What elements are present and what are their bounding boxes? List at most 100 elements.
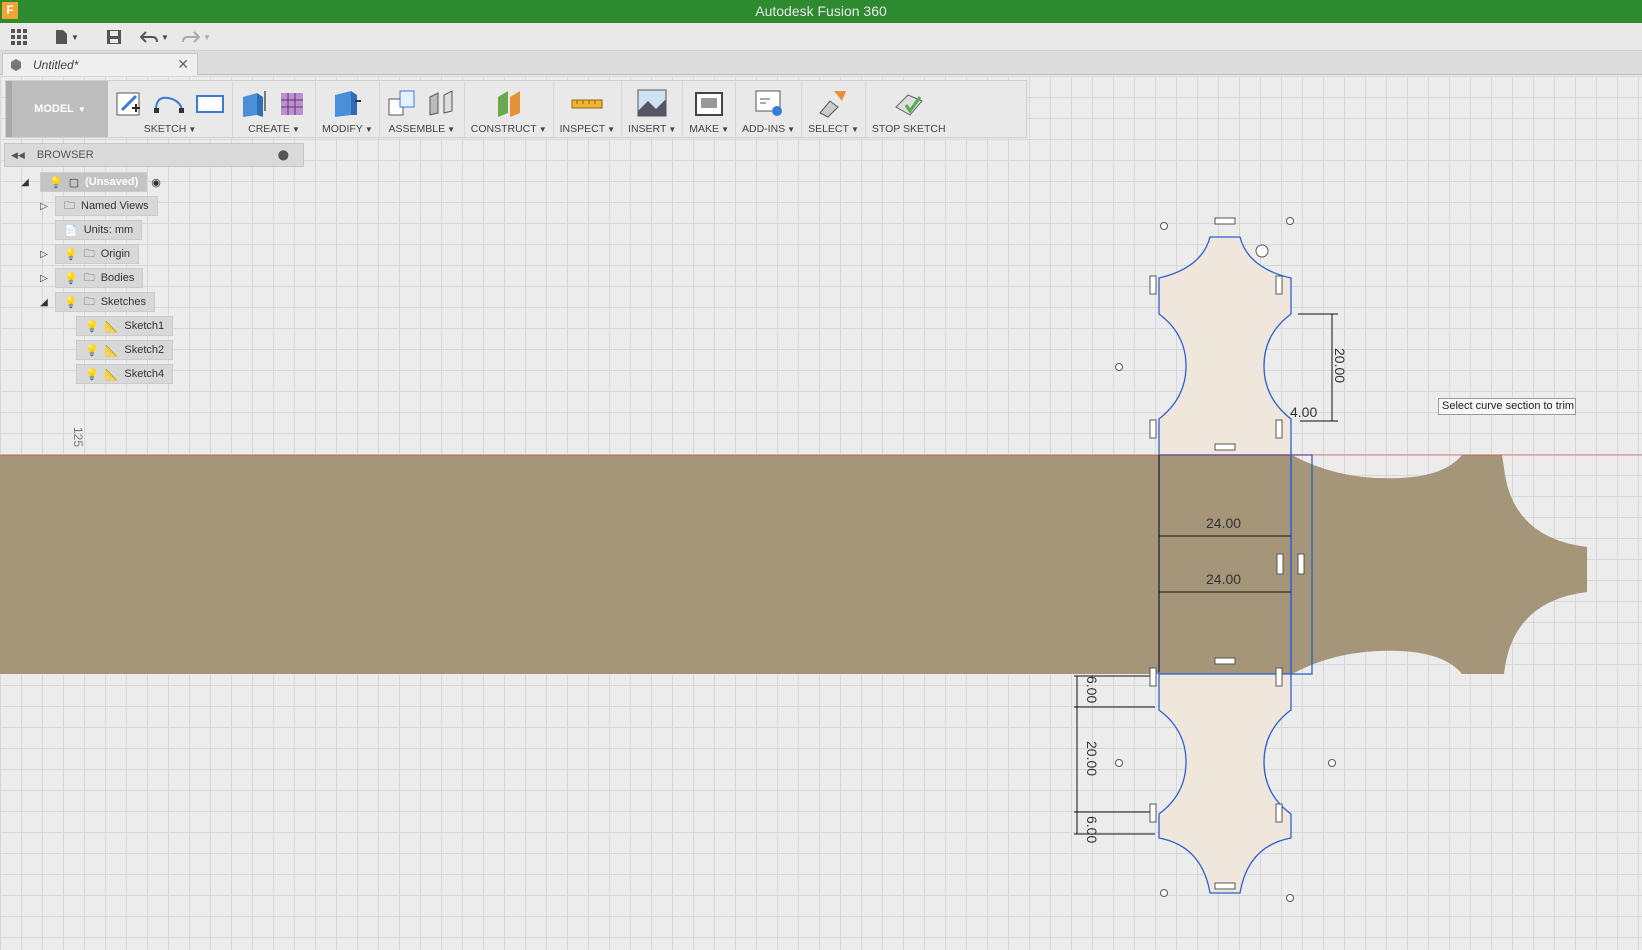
toolbar-group-insert-label: INSERT: [628, 123, 667, 135]
tree-units[interactable]: 📄 Units: mm: [55, 220, 143, 240]
bodies-label: Bodies: [100, 272, 135, 284]
collapsed-triangle-icon[interactable]: ▷: [37, 201, 51, 212]
lightbulb-icon[interactable]: 💡: [85, 368, 99, 381]
sketch4-label: Sketch4: [124, 368, 165, 380]
file-menu-button[interactable]: ▼: [54, 27, 79, 47]
sketch-icon: 📐: [104, 368, 119, 381]
main-toolbar: MODEL ▼ SKETCH ▼ CREATE ▼ MODIFY ▼ ASSEMBLE…: [5, 80, 1027, 138]
offset-plane-icon[interactable]: [492, 87, 526, 119]
tree-sketch4[interactable]: 💡 📐 Sketch4: [76, 364, 174, 384]
chevron-down-icon: ▼: [447, 125, 456, 134]
tree-sketches[interactable]: ◢ 💡 🗀 Sketches: [37, 292, 155, 312]
chevron-down-icon: ▼: [188, 125, 197, 134]
dimension-top-height[interactable]: 20.00: [1332, 348, 1348, 383]
chevron-down-icon: ▼: [71, 32, 79, 42]
tree-sketch1[interactable]: 💡 📐 Sketch1: [76, 316, 174, 336]
tree-root[interactable]: ◢ 💡 ▢ (Unsaved) ◉: [18, 172, 161, 192]
lightbulb-icon[interactable]: 💡: [49, 176, 63, 189]
form-icon[interactable]: [277, 87, 309, 119]
workspace-label: MODEL: [34, 103, 74, 115]
chevron-down-icon: ▼: [787, 125, 796, 134]
save-button[interactable]: [106, 27, 122, 47]
line-icon[interactable]: [152, 88, 186, 118]
tree-origin[interactable]: ▷ 💡 🗀 Origin: [37, 244, 140, 264]
dimension-bottom-gap-bottom[interactable]: 6.00: [1084, 816, 1100, 843]
insert-image-icon[interactable]: [636, 87, 668, 119]
named-views-label: Named Views: [81, 200, 149, 212]
toolbar-group-assemble[interactable]: ASSEMBLE ▼: [380, 81, 465, 137]
folder-icon: 🗀: [83, 295, 95, 308]
expanded-triangle-icon[interactable]: ◢: [18, 177, 32, 188]
lightbulb-off-icon[interactable]: 💡: [85, 344, 99, 357]
toolbar-group-sketch[interactable]: SKETCH ▼: [108, 81, 233, 137]
sketches-label: Sketches: [100, 296, 146, 308]
dimension-width-upper[interactable]: 24.00: [1206, 515, 1241, 531]
new-component-icon[interactable]: [386, 87, 418, 119]
browser-title: BROWSER: [36, 149, 94, 161]
toolbar-group-assemble-label: ASSEMBLE: [388, 123, 446, 135]
tree-named-views[interactable]: ▷ 🗀 Named Views: [37, 196, 158, 216]
toolbar-group-insert[interactable]: INSERT ▼: [622, 81, 684, 137]
tree-bodies[interactable]: ▷ 💡 🗀 Bodies: [37, 268, 144, 288]
toolbar-group-add-ins[interactable]: ADD-INS ▼: [736, 81, 803, 137]
dimension-small-offset[interactable]: 4.00: [1290, 404, 1317, 420]
lightbulb-off-icon[interactable]: 💡: [64, 248, 78, 261]
app-logo: F: [2, 2, 18, 19]
tree-sketch2[interactable]: 💡 📐 Sketch2: [76, 340, 174, 360]
select-icon[interactable]: [816, 87, 850, 119]
rectangle-icon[interactable]: [194, 88, 226, 118]
stop-sketch-icon: [894, 94, 923, 116]
toolbar-group-make[interactable]: MAKE ▼: [683, 81, 736, 137]
sketch-icon: 📐: [104, 320, 119, 333]
lightbulb-icon[interactable]: 💡: [64, 272, 78, 285]
extrude-icon[interactable]: [239, 87, 269, 119]
scripts-addins-icon[interactable]: [753, 87, 785, 119]
design-canvas[interactable]: 24.00 24.00 4.00 20.00 6.00 20.00 6.00: [0, 76, 1642, 950]
toolbar-group-construct-label: CONSTRUCT: [470, 123, 537, 135]
dimension-bottom-gap-top[interactable]: 6.00: [1084, 676, 1100, 703]
chevron-down-icon: ▼: [538, 125, 547, 134]
expanded-triangle-icon[interactable]: ◢: [37, 297, 51, 308]
toolbar-group-modify[interactable]: MODIFY ▼: [316, 81, 380, 137]
dimension-width-lower[interactable]: 24.00: [1206, 571, 1241, 587]
chevron-down-icon: ▼: [607, 125, 616, 134]
undo-button[interactable]: ▼: [140, 27, 169, 47]
redo-button[interactable]: ▼: [182, 27, 211, 47]
redo-icon: [182, 31, 200, 43]
3d-print-icon[interactable]: [693, 87, 725, 119]
chevron-down-icon: ▼: [668, 125, 677, 134]
sketch1-label: Sketch1: [124, 320, 165, 332]
collapse-icon[interactable]: ⬤: [278, 150, 289, 161]
close-icon[interactable]: ✕: [177, 56, 189, 73]
dimension-bottom-height[interactable]: 20.00: [1084, 741, 1100, 776]
lightbulb-off-icon[interactable]: 💡: [85, 320, 99, 333]
toolbar-group-select-label: SELECT: [808, 123, 849, 135]
app-grid-button[interactable]: [10, 27, 28, 47]
collapsed-triangle-icon[interactable]: ▷: [37, 273, 51, 284]
sketch2-label: Sketch2: [124, 344, 165, 356]
grid-icon: [11, 29, 27, 45]
trim-tooltip: Select curve section to trim: [1438, 398, 1576, 415]
toolbar-group-select[interactable]: SELECT ▼: [802, 81, 866, 137]
press-pull-icon[interactable]: [331, 87, 363, 119]
sketch-viewport: [0, 217, 1642, 902]
document-icon: [11, 58, 21, 71]
toolbar-group-construct[interactable]: CONSTRUCT ▼: [465, 81, 554, 137]
toolbar-group-inspect[interactable]: INSPECT ▼: [554, 81, 623, 137]
create-sketch-icon[interactable]: [114, 88, 144, 118]
collapsed-triangle-icon[interactable]: ▷: [37, 249, 51, 260]
joint-icon[interactable]: [426, 87, 458, 119]
toolbar-group-create[interactable]: CREATE ▼: [233, 81, 316, 137]
sketch-icon: 📐: [104, 344, 119, 357]
stop-sketch-button[interactable]: STOP SKETCH: [866, 81, 952, 137]
rewind-icon[interactable]: ◀◀: [11, 150, 25, 161]
measure-icon[interactable]: [569, 88, 605, 118]
workspace-selector[interactable]: MODEL ▼: [6, 81, 108, 137]
ruler-label: 125: [71, 427, 85, 448]
chevron-down-icon: ▼: [364, 125, 373, 134]
browser-panel-header[interactable]: ◀◀ BROWSER ⬤: [4, 143, 304, 167]
lightbulb-icon[interactable]: 💡: [64, 296, 78, 309]
document-tab[interactable]: Untitled* ✕: [2, 53, 198, 75]
activate-radio-icon[interactable]: ◉: [151, 176, 161, 189]
extruded-body: [0, 455, 1587, 674]
